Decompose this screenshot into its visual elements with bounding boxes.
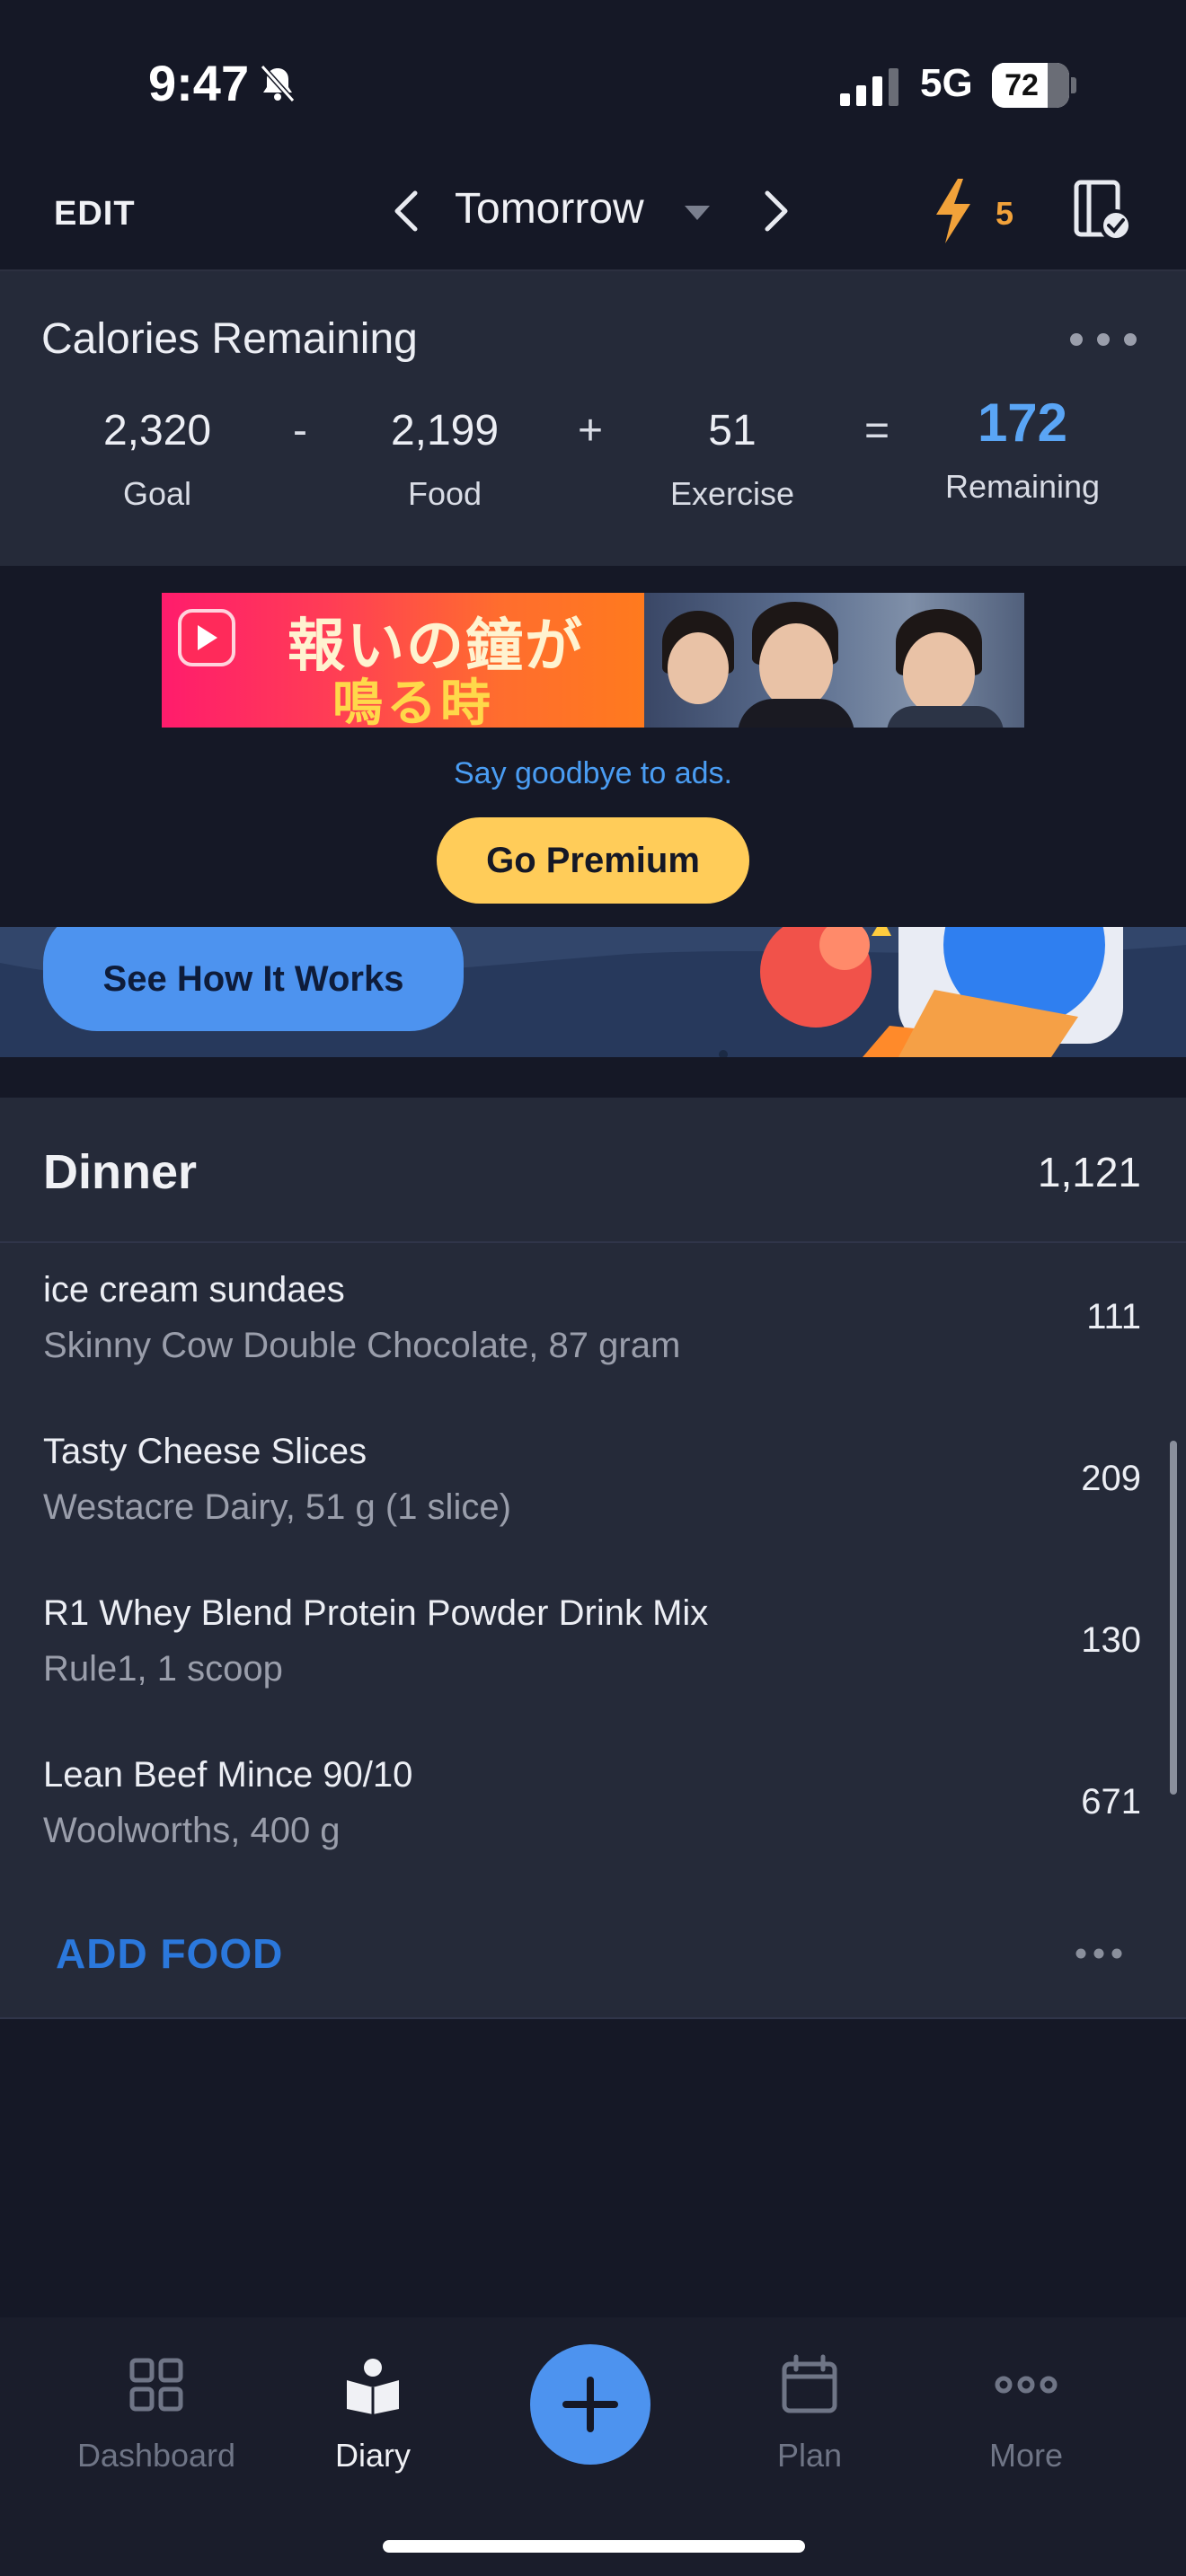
- exercise-column: 51 Exercise: [642, 406, 822, 513]
- remaining-label: Remaining: [944, 468, 1101, 505]
- battery-level: 72: [1005, 68, 1039, 102]
- goal-column: 2,320 Goal: [67, 406, 247, 513]
- exercise-value: 51: [708, 407, 757, 454]
- signal-icon: [840, 68, 898, 106]
- food-name: ice cream sundaes: [43, 1270, 345, 1310]
- calendar-icon: [782, 2354, 837, 2413]
- food-value: 2,199: [390, 407, 500, 454]
- divider: [0, 2017, 1186, 2019]
- day-selector[interactable]: Tomorrow: [455, 184, 644, 234]
- more-icon: [995, 2376, 1058, 2394]
- caret-down-icon[interactable]: [683, 204, 712, 222]
- food-entry[interactable]: Lean Beef Mince 90/10 Woolworths, 400 g …: [0, 1755, 1186, 1917]
- diary-complete-icon[interactable]: [1071, 179, 1134, 243]
- dashboard-icon: [129, 2358, 183, 2412]
- meal-total-calories: 1,121: [1037, 1149, 1141, 1195]
- home-indicator[interactable]: [383, 2540, 805, 2553]
- tab-label: More: [988, 2437, 1064, 2474]
- remaining-column: 172 Remaining: [924, 393, 1121, 506]
- diary-icon: [347, 2359, 399, 2414]
- section-gap: [0, 1057, 1186, 1098]
- edit-button[interactable]: EDIT: [54, 195, 136, 234]
- see-how-it-works-button[interactable]: See How It Works: [43, 927, 464, 1031]
- ad-left-panel: 報いの鐘が 鳴る時: [162, 593, 644, 728]
- food-calories: 209: [1081, 1459, 1141, 1498]
- goal-label: Goal: [122, 475, 192, 512]
- streak-count[interactable]: 5: [996, 195, 1013, 233]
- equals-operator: =: [864, 407, 890, 454]
- ad-subheadline: 鳴る時: [332, 674, 494, 728]
- battery-cap: [1071, 77, 1076, 93]
- ad-banner[interactable]: 報いの鐘が 鳴る時: [162, 593, 1024, 728]
- food-name: Lean Beef Mince 90/10: [43, 1755, 413, 1795]
- more-options-icon[interactable]: [1067, 331, 1139, 348]
- food-calories: 111: [1086, 1297, 1141, 1337]
- minus-operator: -: [293, 407, 307, 454]
- food-entry[interactable]: ice cream sundaes Skinny Cow Double Choc…: [0, 1270, 1186, 1432]
- dinner-section: Dinner 1,121 ice cream sundaes Skinny Co…: [0, 1098, 1186, 2019]
- tab-more[interactable]: More: [927, 2353, 1125, 2475]
- bell-off-icon: [260, 64, 296, 103]
- app-logo-icon: [178, 609, 235, 666]
- go-premium-button[interactable]: Go Premium: [437, 817, 749, 904]
- food-calories: 130: [1081, 1620, 1141, 1660]
- add-food-button[interactable]: ADD FOOD: [56, 1929, 283, 1978]
- food-entry[interactable]: R1 Whey Blend Protein Powder Drink Mix R…: [0, 1593, 1186, 1755]
- food-name: Tasty Cheese Slices: [43, 1432, 367, 1471]
- tab-label: Plan: [776, 2437, 843, 2474]
- meal-title: Dinner: [43, 1145, 198, 1199]
- plus-operator: +: [578, 407, 604, 454]
- tab-label: Diary: [334, 2437, 411, 2474]
- plus-icon: [562, 2377, 618, 2432]
- promo-banner[interactable]: See How It Works: [0, 927, 1186, 1057]
- scrollbar[interactable]: [1170, 1441, 1177, 1795]
- food-description: Westacre Dairy, 51 g (1 slice): [43, 1487, 511, 1527]
- calories-remaining-card[interactable]: Calories Remaining 2,320 Goal - 2,199 Fo…: [0, 271, 1186, 566]
- add-entry-button[interactable]: [530, 2344, 651, 2465]
- food-description: Skinny Cow Double Chocolate, 87 gram: [43, 1326, 681, 1365]
- diary-header: EDIT Tomorrow 5: [0, 157, 1186, 269]
- remaining-value: 172: [977, 393, 1068, 453]
- bottom-tab-bar: Dashboard Diary Plan More: [0, 2317, 1186, 2576]
- food-column: 2,199 Food: [355, 406, 535, 513]
- tab-plan[interactable]: Plan: [711, 2353, 908, 2475]
- food-name: R1 Whey Blend Protein Powder Drink Mix: [43, 1593, 709, 1633]
- tab-label: Dashboard: [76, 2437, 236, 2474]
- calories-title: Calories Remaining: [41, 315, 418, 363]
- food-description: Rule1, 1 scoop: [43, 1649, 283, 1689]
- lightning-icon[interactable]: [931, 177, 976, 245]
- tab-dashboard[interactable]: Dashboard: [58, 2353, 255, 2475]
- tab-diary[interactable]: Diary: [274, 2353, 472, 2475]
- divider: [0, 1241, 1186, 1243]
- food-entry[interactable]: Tasty Cheese Slices Westacre Dairy, 51 g…: [0, 1432, 1186, 1593]
- food-description: Woolworths, 400 g: [43, 1811, 341, 1850]
- remove-ads-link[interactable]: Say goodbye to ads.: [0, 756, 1186, 791]
- exercise-label: Exercise: [669, 475, 795, 512]
- status-time: 9:47: [148, 55, 250, 111]
- battery-icon: 72: [992, 63, 1069, 108]
- status-bar: 9:47 5G 72: [0, 0, 1186, 157]
- chevron-left-icon[interactable]: [386, 184, 426, 238]
- ad-photo: [644, 593, 1024, 728]
- more-options-icon[interactable]: [1075, 1947, 1123, 1960]
- food-label: Food: [407, 475, 482, 512]
- ad-area: 報いの鐘が 鳴る時 Say goodbye to ads. Go Premium: [0, 566, 1186, 927]
- chevron-right-icon[interactable]: [757, 184, 796, 238]
- food-calories: 671: [1081, 1782, 1141, 1822]
- goal-value: 2,320: [102, 407, 212, 454]
- network-label: 5G: [920, 61, 973, 105]
